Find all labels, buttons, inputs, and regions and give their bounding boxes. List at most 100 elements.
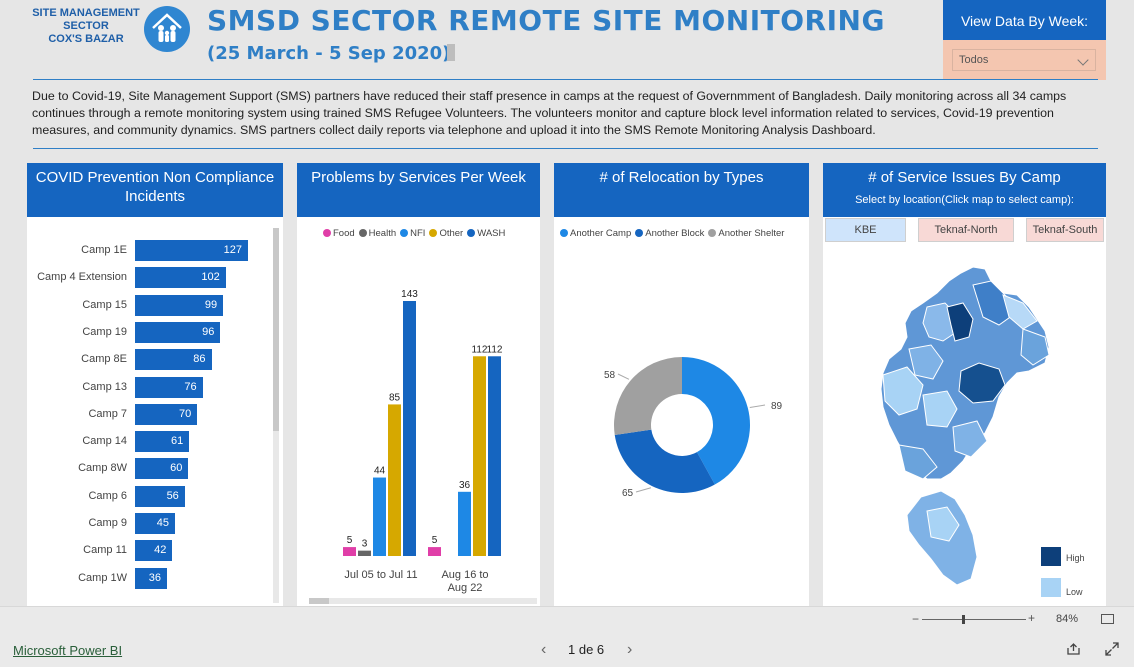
bar-category-label: Camp 8E	[81, 353, 127, 366]
bar-value-label: 42	[154, 544, 167, 557]
bar-value-label: 3	[362, 539, 368, 550]
bar-category-label: Camp 9	[88, 517, 127, 529]
page-indicator: 1 de 6	[568, 642, 605, 657]
chevron-down-icon	[1077, 54, 1089, 66]
bar-category-label: Camp 14	[82, 435, 127, 448]
bar	[358, 550, 371, 556]
bar	[388, 404, 401, 556]
slice-leader-line	[617, 373, 630, 380]
bar-value-label: 44	[374, 466, 386, 477]
fullscreen-icon[interactable]	[1105, 642, 1119, 656]
page-title: SMSD SECTOR REMOTE SITE MONITORING	[207, 4, 885, 37]
location-button-kbe[interactable]: KBE	[825, 218, 906, 242]
legend-low-swatch	[1041, 578, 1061, 597]
bar-value-label: 102	[201, 271, 220, 284]
bar-value-label: 36	[459, 480, 471, 491]
bar-value-label: 61	[171, 435, 184, 448]
week-dropdown-value: Todos	[959, 54, 989, 66]
camp-map[interactable]	[823, 245, 1106, 605]
bar	[488, 356, 501, 556]
legend-high-swatch	[1041, 547, 1061, 566]
bar	[403, 301, 416, 556]
slice-value-label: 58	[604, 370, 616, 381]
slice-value-label: 65	[622, 488, 634, 499]
bar-value-label: 36	[148, 571, 162, 584]
bar-value-label: 143	[401, 289, 418, 300]
week-filter-label: View Data By Week:	[943, 0, 1106, 40]
zoom-out-button[interactable]: −	[912, 612, 919, 626]
scrollbar[interactable]	[273, 228, 279, 603]
bar-value-label: 60	[170, 462, 183, 475]
site-management-logo: SITE MANAGEMENT SECTOR COX'S BAZAR	[30, 6, 200, 52]
location-button-teknaf-south[interactable]: Teknaf-South	[1026, 218, 1104, 242]
category-tick-label: Aug 16 to	[441, 569, 488, 581]
zoom-level: 84%	[1056, 613, 1079, 625]
relocation-card: # of Relocation by Types Another Camp Ano…	[554, 163, 809, 606]
slice-leader-line	[635, 487, 652, 493]
bar-value-label: 127	[223, 244, 242, 256]
scrollbar[interactable]	[309, 598, 537, 604]
bar-category-label: Camp 11	[83, 544, 127, 557]
divider	[33, 148, 1098, 149]
problems-bar-chart: 5 34485143Jul 05 to Jul 11536112 112Aug 16…	[343, 289, 503, 594]
slice-leader-line	[749, 404, 766, 409]
zoom-slider[interactable]	[922, 619, 1026, 620]
scrollbar-thumb[interactable]	[309, 598, 329, 604]
bar-category-label: Camp 1W	[78, 571, 127, 584]
zoom-in-button[interactable]: +	[1028, 611, 1035, 625]
scrollbar-thumb[interactable]	[273, 228, 279, 431]
week-dropdown[interactable]: Todos	[952, 49, 1096, 71]
powerbi-footer: Microsoft Power BI ‹ 1 de 6 ›	[0, 632, 1134, 667]
bar-category-label: Camp 19	[82, 325, 127, 338]
problems-card: Problems by Services Per Week Food Health…	[297, 163, 540, 606]
bar	[458, 491, 471, 556]
bar	[428, 547, 441, 556]
bar-category-label: Camp 13	[82, 380, 127, 393]
bar-value-label: 5	[347, 535, 353, 546]
relocation-donut-chart: 89 65 58	[604, 357, 783, 499]
bar-value-label: 45	[156, 517, 170, 529]
bar-category-label: Camp 4 Extension	[37, 271, 127, 284]
share-icon[interactable]	[1067, 642, 1081, 655]
bar	[473, 356, 486, 556]
fit-to-page-icon[interactable]	[1101, 614, 1114, 624]
next-page-icon[interactable]: ›	[627, 641, 632, 659]
zoom-slider-thumb[interactable]	[962, 615, 965, 624]
report-canvas: SITE MANAGEMENT SECTOR COX'S BAZAR SMSD …	[0, 0, 1134, 606]
location-button-teknaf-north[interactable]: Teknaf-North	[918, 218, 1014, 242]
date-range: (25 March - 5 Sep 2020)	[207, 43, 451, 64]
bar-category-label: Camp 7	[88, 407, 127, 420]
bar-value-label: 99	[204, 298, 218, 311]
bar-value-label: 56	[166, 489, 179, 502]
bar-value-label: 5	[432, 535, 438, 546]
logo-emblem-icon	[144, 6, 190, 52]
bar-category-label: Camp 1E	[81, 244, 127, 256]
service-card-title: # of Service Issues By Camp Select by lo…	[823, 163, 1106, 217]
category-tick-label: Jul 05 to Jul 11	[344, 569, 417, 581]
intro-text: Due to Covid-19, Site Management Support…	[32, 89, 1067, 137]
bar-value-label: 112	[487, 344, 503, 355]
text-cursor-mark	[447, 44, 455, 61]
slice-value-label: 89	[771, 401, 783, 412]
bar	[373, 477, 386, 556]
powerbi-link[interactable]: Microsoft Power BI	[13, 643, 122, 658]
covid-incidents-card: COVID Prevention Non Compliance Incident…	[27, 163, 283, 606]
week-filter-panel: View Data By Week: Todos	[943, 0, 1106, 80]
divider	[33, 79, 1098, 80]
bar-category-label: Camp 15	[82, 298, 127, 311]
bar	[343, 547, 356, 556]
bar-category-label: Camp 8W	[78, 462, 127, 475]
zoom-bar: − + 84%	[0, 606, 1134, 632]
category-tick-label: Aug 22	[448, 582, 483, 594]
covid-card-title: COVID Prevention Non Compliance Incident…	[27, 163, 283, 217]
bar-value-label: 112	[472, 344, 488, 355]
bar-value-label: 86	[193, 353, 206, 366]
service-card-subtitle: Select by location(Click map to select c…	[855, 194, 1074, 206]
bar-value-label: 85	[389, 392, 401, 403]
bar-value-label: 96	[202, 325, 215, 338]
bar-value-label: 70	[179, 407, 192, 420]
previous-page-icon[interactable]: ‹	[541, 641, 546, 659]
bar-category-label: Camp 6	[88, 489, 127, 502]
legend-low-label: Low	[1066, 587, 1083, 597]
donut-slice	[614, 357, 682, 436]
